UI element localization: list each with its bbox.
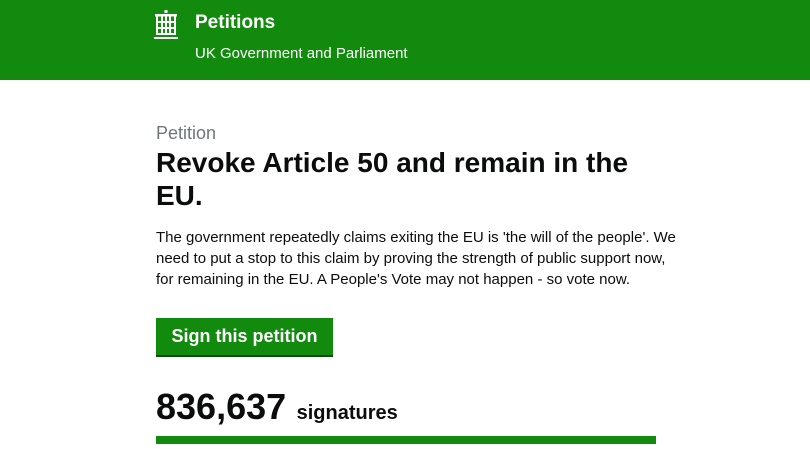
signature-count: 836,637	[156, 386, 287, 427]
signature-progress-bar	[156, 436, 656, 444]
signature-count-row: 836,637 signatures	[156, 385, 398, 429]
signature-progress-fill	[156, 436, 656, 444]
portcullis-crest-icon	[154, 10, 178, 39]
site-header: Petitions UK Government and Parliament	[0, 0, 810, 80]
petition-title: Revoke Article 50 and remain in the EU.	[156, 147, 629, 211]
signature-label: signatures	[296, 402, 398, 424]
sign-petition-button[interactable]: Sign this petition	[156, 318, 333, 355]
petition-description: The government repeatedly claims exiting…	[156, 229, 676, 288]
site-title-link[interactable]: Petitions	[195, 11, 275, 35]
site-subtitle: UK Government and Parliament	[195, 45, 408, 62]
page-caption: Petition	[156, 123, 217, 143]
